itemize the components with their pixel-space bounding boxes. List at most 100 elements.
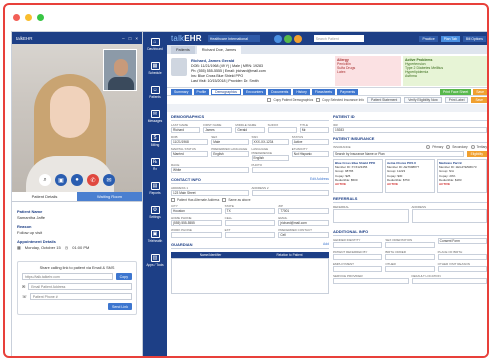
subtab-3[interactable]: Encounters bbox=[243, 88, 267, 95]
copy-link-button[interactable]: Copy bbox=[115, 273, 132, 280]
search-input[interactable]: Search Patient bbox=[313, 35, 364, 42]
primary-radio[interactable]: Primary bbox=[426, 145, 443, 149]
rail-item-3[interactable]: ✉ Messages bbox=[143, 104, 167, 128]
subtab-2[interactable]: Demographics bbox=[211, 88, 242, 95]
other-field[interactable] bbox=[385, 266, 435, 272]
tab-current-patient[interactable]: Richard Doe, James bbox=[196, 46, 242, 54]
practice-pill[interactable]: Practice bbox=[419, 35, 438, 42]
address-1-field[interactable]: 123 Main Street bbox=[171, 190, 249, 196]
subtab-4[interactable]: Documents bbox=[268, 88, 292, 95]
other-visit-reason-field[interactable] bbox=[437, 266, 487, 272]
add-guardian-link[interactable]: Add bbox=[323, 242, 329, 247]
ethnicity-field[interactable]: Not Hispanic bbox=[291, 151, 329, 157]
default-location-field[interactable] bbox=[411, 278, 487, 284]
edit-address-link[interactable]: Edit Address bbox=[310, 177, 329, 182]
zoom-icon[interactable]: ⌕ bbox=[39, 174, 51, 186]
rail-item-4[interactable]: $ Billing bbox=[143, 128, 167, 152]
subtab-5[interactable]: History bbox=[293, 88, 310, 95]
camera-icon[interactable]: ▣ bbox=[55, 174, 67, 186]
end-call-icon[interactable]: ✆ bbox=[87, 174, 99, 186]
title-field[interactable]: Mr. bbox=[299, 127, 330, 133]
suffix-field[interactable] bbox=[267, 127, 297, 133]
share-link-input[interactable]: https://talk.talkehr.com bbox=[22, 273, 113, 280]
city-field[interactable]: Houston bbox=[171, 208, 222, 214]
bill-options-pill[interactable]: Bill Options bbox=[462, 35, 486, 42]
toolbar-option-1[interactable]: Copy Selected Insurance Info bbox=[316, 98, 364, 102]
eligibility-button[interactable]: Eligibility bbox=[466, 151, 487, 157]
sex-orientation-field[interactable] bbox=[385, 242, 435, 248]
zip-field[interactable]: 77001 bbox=[278, 208, 330, 214]
patient-referred-by-field[interactable] bbox=[333, 254, 383, 260]
preferred-language-field[interactable]: English bbox=[211, 151, 249, 157]
toolbar-option-2[interactable]: Patient Statement bbox=[367, 97, 402, 103]
rail-item-1[interactable]: ▦ Schedule bbox=[143, 56, 167, 80]
maximize-dot[interactable] bbox=[37, 14, 44, 21]
subtab-7[interactable]: Payments bbox=[337, 88, 359, 95]
first-name-field[interactable]: James bbox=[203, 127, 233, 133]
minimize-dot[interactable] bbox=[25, 14, 32, 21]
last-name-field[interactable]: Richard bbox=[171, 127, 201, 133]
insurance-card[interactable]: Blue Cross Blue Shield PPO Member ID: XYZ… bbox=[333, 159, 383, 193]
photo-field[interactable] bbox=[251, 167, 329, 173]
gender-identity-field[interactable] bbox=[333, 242, 383, 248]
option-field[interactable]: Consent Form bbox=[437, 238, 487, 244]
rail-item-7[interactable]: ⚙ Settings bbox=[143, 200, 167, 224]
toolbar-option-3[interactable]: Verify Eligibility Now bbox=[404, 97, 442, 103]
insurance-card[interactable]: Aetna Choice POS II Member ID: AET998877 G… bbox=[385, 159, 435, 193]
sex-field[interactable]: Male bbox=[211, 139, 249, 145]
close-dot[interactable] bbox=[13, 14, 20, 21]
patient-phone-input[interactable]: Patient Phone # bbox=[29, 293, 132, 300]
preferred-contact-field[interactable]: Cell bbox=[278, 232, 330, 238]
employment-field[interactable] bbox=[333, 266, 383, 272]
toolbar-option-0[interactable]: Copy Patient Demographics bbox=[267, 98, 313, 102]
subtab-action-1[interactable]: Save bbox=[473, 88, 487, 95]
place-of-birth-field[interactable] bbox=[437, 254, 487, 260]
chat-icon[interactable]: ✉ bbox=[103, 174, 115, 186]
patient-id-field[interactable]: 19283 bbox=[333, 127, 487, 133]
rail-item-5[interactable]: ℞ Rx bbox=[143, 152, 167, 176]
secondary-radio[interactable]: Secondary bbox=[446, 145, 468, 149]
video-icon[interactable] bbox=[273, 34, 282, 43]
alternate-address-checkbox[interactable]: Patient Has Alternate Address bbox=[171, 198, 219, 202]
alert-icon[interactable] bbox=[293, 34, 302, 43]
tertiary-radio[interactable]: Tertiary bbox=[470, 145, 487, 149]
marital-status-field[interactable]: Married bbox=[171, 151, 209, 157]
patient-email-input[interactable]: Email Patient Address bbox=[28, 283, 132, 290]
home-phone-field[interactable]: (555) 555-5555 bbox=[171, 220, 222, 226]
referral-field[interactable] bbox=[333, 209, 409, 223]
tab-patient-details[interactable]: Patient Details bbox=[12, 192, 77, 202]
birth-order-field[interactable] bbox=[385, 254, 435, 260]
insurance-card[interactable]: Medicare Part B Member ID: 1EG4TE5MK73 Gro… bbox=[437, 159, 487, 193]
facility-select[interactable]: Healthcare International bbox=[207, 35, 260, 42]
tab-waiting-room[interactable]: Waiting Room bbox=[77, 192, 142, 202]
service-provider-field[interactable] bbox=[333, 278, 409, 284]
minimize-icon[interactable]: – bbox=[122, 36, 125, 41]
status-icon[interactable] bbox=[283, 34, 292, 43]
referral-address-field[interactable] bbox=[411, 209, 487, 223]
state-field[interactable]: TX bbox=[224, 208, 276, 214]
insurance-search-input[interactable]: Search by Insurance Name or Plan bbox=[333, 151, 464, 157]
subtab-action-0[interactable]: Print Face Sheet bbox=[440, 88, 472, 95]
subtab-1[interactable]: Profile bbox=[193, 88, 210, 95]
rail-item-9[interactable]: ▥ Apps / Tools bbox=[143, 248, 167, 272]
language-preference-field[interactable]: English bbox=[251, 155, 289, 161]
subtab-0[interactable]: Summary bbox=[171, 88, 192, 95]
cell-field[interactable] bbox=[224, 220, 276, 226]
plan-tab-pill[interactable]: Plan Tab bbox=[440, 35, 460, 42]
rail-item-8[interactable]: ▣ Telehealth bbox=[143, 224, 167, 248]
address-2-field[interactable] bbox=[251, 190, 329, 196]
work-phone-field[interactable] bbox=[171, 232, 222, 238]
tab-patients[interactable]: Patients bbox=[171, 46, 195, 54]
rail-item-2[interactable]: ☺ Patients bbox=[143, 80, 167, 104]
rail-item-0[interactable]: ⌂ Dashboard bbox=[143, 32, 167, 56]
rail-item-6[interactable]: ▤ Reports bbox=[143, 176, 167, 200]
maximize-icon[interactable]: □ bbox=[129, 36, 132, 41]
send-link-button[interactable]: Send Link bbox=[108, 303, 132, 310]
email-field[interactable]: jrichard@mail.com bbox=[278, 220, 330, 226]
microphone-icon[interactable]: ● bbox=[71, 174, 83, 186]
close-icon[interactable]: × bbox=[135, 36, 138, 41]
ext-field[interactable] bbox=[224, 232, 276, 238]
toolbar-option-4[interactable]: Print Label bbox=[444, 97, 469, 103]
ssn-field[interactable]: XXX-XX-1234 bbox=[251, 139, 289, 145]
race-field[interactable]: White bbox=[171, 167, 249, 173]
